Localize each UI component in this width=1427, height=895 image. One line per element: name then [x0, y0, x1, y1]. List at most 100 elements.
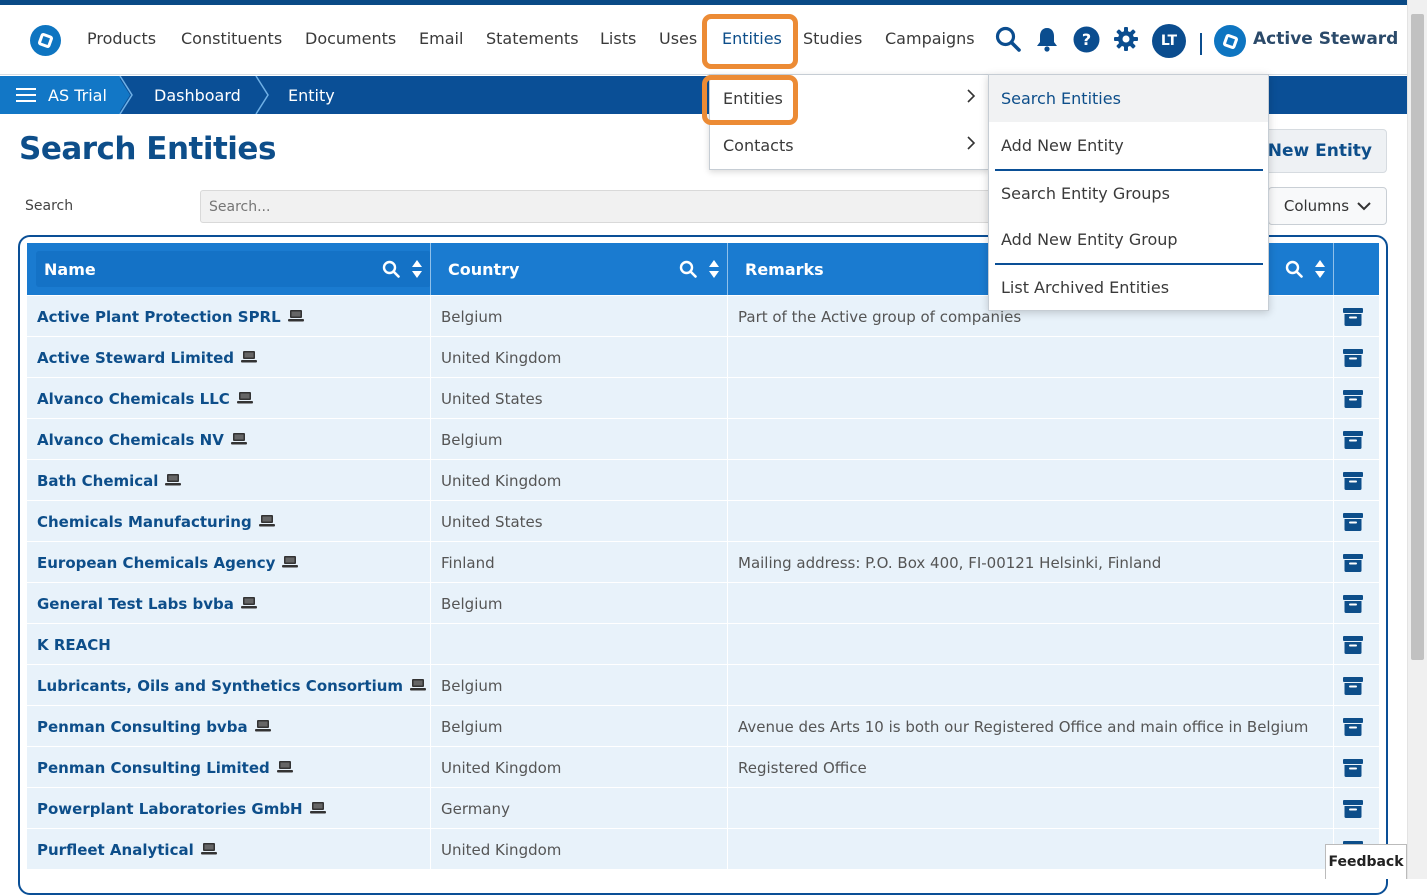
archive-icon[interactable] — [1343, 636, 1363, 654]
nav-products[interactable]: Products — [87, 29, 156, 48]
entity-country: United States — [441, 390, 543, 408]
archive-icon[interactable] — [1343, 513, 1363, 531]
cell-separator — [1333, 788, 1334, 829]
app-logo-icon[interactable] — [30, 25, 61, 56]
archive-icon[interactable] — [1343, 349, 1363, 367]
help-icon[interactable]: ? — [1071, 24, 1101, 54]
archive-icon[interactable] — [1343, 554, 1363, 572]
menu-item-entities[interactable]: Entities — [710, 75, 988, 122]
archive-icon[interactable] — [1343, 308, 1363, 326]
entity-name-link[interactable]: Purfleet Analytical — [37, 841, 217, 859]
bell-icon[interactable] — [1032, 24, 1062, 54]
entity-name[interactable]: European Chemicals Agency — [37, 554, 275, 572]
sort-icon[interactable] — [410, 259, 424, 279]
nav-statements[interactable]: Statements — [486, 29, 579, 48]
entity-name[interactable]: Penman Consulting Limited — [37, 759, 270, 777]
cell-separator — [1333, 665, 1334, 706]
menu-item-search-entities[interactable]: Search Entities — [989, 75, 1268, 122]
archive-icon[interactable] — [1343, 759, 1363, 777]
table-row[interactable]: Alvanco Chemicals LLC United States — [27, 378, 1379, 419]
table-row[interactable]: Penman Consulting Limited United Kingdom R… — [27, 747, 1379, 788]
cell-separator — [727, 624, 728, 665]
entity-name[interactable]: General Test Labs bvba — [37, 595, 234, 613]
archive-icon[interactable] — [1343, 472, 1363, 490]
entity-name[interactable]: Penman Consulting bvba — [37, 718, 248, 736]
entity-name[interactable]: Active Steward Limited — [37, 349, 234, 367]
menu-item-list-archived-entities[interactable]: List Archived Entities — [989, 264, 1268, 311]
nav-campaigns[interactable]: Campaigns — [885, 29, 975, 48]
entity-name[interactable]: Chemicals Manufacturing — [37, 513, 252, 531]
entity-name[interactable]: Bath Chemical — [37, 472, 158, 490]
nav-documents[interactable]: Documents — [305, 29, 396, 48]
entity-name[interactable]: Active Plant Protection SPRL — [37, 308, 281, 326]
column-search-icon[interactable] — [1285, 260, 1303, 278]
column-header-remarks-label: Remarks — [745, 260, 824, 279]
entity-name[interactable]: Alvanco Chemicals LLC — [37, 390, 230, 408]
gear-icon[interactable] — [1111, 24, 1141, 54]
breadcrumb-home[interactable]: AS Trial — [0, 76, 120, 114]
menu-item-add-new-entity-group[interactable]: Add New Entity Group — [989, 216, 1268, 263]
search-icon[interactable] — [993, 24, 1023, 54]
menu-item-search-entity-groups[interactable]: Search Entity Groups — [989, 170, 1268, 217]
breadcrumb-item-as-trial[interactable]: AS Trial — [48, 86, 107, 105]
cell-separator — [727, 788, 728, 829]
nav-constituents[interactable]: Constituents — [181, 29, 282, 48]
column-search-icon[interactable] — [679, 260, 697, 278]
table-row[interactable]: Alvanco Chemicals NV Belgium — [27, 419, 1379, 460]
entity-name-link[interactable]: Penman Consulting Limited — [37, 759, 293, 777]
table-row[interactable]: Purfleet Analytical United Kingdom — [27, 829, 1379, 870]
table-row[interactable]: Penman Consulting bvba Belgium Avenue des … — [27, 706, 1379, 747]
entity-name-link[interactable]: Active Steward Limited — [37, 349, 258, 367]
sort-icon[interactable] — [1313, 259, 1327, 279]
table-row[interactable]: Active Steward Limited United Kingdom — [27, 337, 1379, 378]
table-row[interactable]: Powerplant Laboratories GmbH Germany — [27, 788, 1379, 829]
entity-name-link[interactable]: Bath Chemical — [37, 472, 182, 490]
feedback-button[interactable]: Feedback — [1325, 844, 1407, 879]
sort-icon[interactable] — [707, 259, 721, 279]
archive-icon[interactable] — [1343, 800, 1363, 818]
user-avatar[interactable]: LT — [1152, 24, 1186, 58]
menu-item-add-new-entity[interactable]: Add New Entity — [989, 122, 1268, 169]
entity-name-link[interactable]: Alvanco Chemicals NV — [37, 431, 247, 449]
nav-uses[interactable]: Uses — [659, 29, 697, 48]
nav-divider — [1200, 33, 1202, 55]
entity-name-link[interactable]: Penman Consulting bvba — [37, 718, 271, 736]
page-scrollbar[interactable] — [1407, 0, 1427, 879]
nav-entities[interactable]: Entities — [722, 29, 782, 48]
entity-name-link[interactable]: K REACH — [37, 636, 111, 654]
entity-name-link[interactable]: General Test Labs bvba — [37, 595, 257, 613]
entity-name[interactable]: K REACH — [37, 636, 111, 654]
entity-name-link[interactable]: European Chemicals Agency — [37, 554, 299, 572]
scrollbar-thumb[interactable] — [1411, 14, 1424, 660]
chevron-down-icon — [1357, 201, 1371, 210]
entity-name[interactable]: Powerplant Laboratories GmbH — [37, 800, 303, 818]
table-row[interactable]: Chemicals Manufacturing United States — [27, 501, 1379, 542]
archive-icon[interactable] — [1343, 595, 1363, 613]
menu-item-contacts[interactable]: Contacts — [710, 122, 988, 169]
nav-lists[interactable]: Lists — [600, 29, 636, 48]
entity-name-link[interactable]: Chemicals Manufacturing — [37, 513, 275, 531]
breadcrumb-item-dashboard[interactable]: Dashboard — [154, 76, 241, 114]
entity-name-link[interactable]: Powerplant Laboratories GmbH — [37, 800, 326, 818]
column-search-icon[interactable] — [382, 260, 400, 278]
table-row[interactable]: General Test Labs bvba Belgium — [27, 583, 1379, 624]
entity-name-link[interactable]: Alvanco Chemicals LLC — [37, 390, 253, 408]
archive-icon[interactable] — [1343, 390, 1363, 408]
entity-name[interactable]: Purfleet Analytical — [37, 841, 194, 859]
column-header-name[interactable]: Name — [36, 251, 431, 287]
entity-name[interactable]: Lubricants, Oils and Synthetics Consorti… — [37, 677, 403, 695]
archive-icon[interactable] — [1343, 677, 1363, 695]
columns-button[interactable]: Columns — [1268, 187, 1387, 225]
archive-icon[interactable] — [1343, 431, 1363, 449]
table-row[interactable]: Lubricants, Oils and Synthetics Consorti… — [27, 665, 1379, 706]
table-row[interactable]: European Chemicals Agency Finland Mailing … — [27, 542, 1379, 583]
nav-email[interactable]: Email — [419, 29, 463, 48]
entity-name[interactable]: Alvanco Chemicals NV — [37, 431, 224, 449]
table-row[interactable]: Bath Chemical United Kingdom — [27, 460, 1379, 501]
nav-studies[interactable]: Studies — [803, 29, 862, 48]
entity-name-link[interactable]: Active Plant Protection SPRL — [37, 308, 304, 326]
table-row[interactable]: K REACH — [27, 624, 1379, 665]
entity-name-link[interactable]: Lubricants, Oils and Synthetics Consorti… — [37, 677, 427, 695]
menu-icon[interactable] — [16, 88, 36, 102]
archive-icon[interactable] — [1343, 718, 1363, 736]
